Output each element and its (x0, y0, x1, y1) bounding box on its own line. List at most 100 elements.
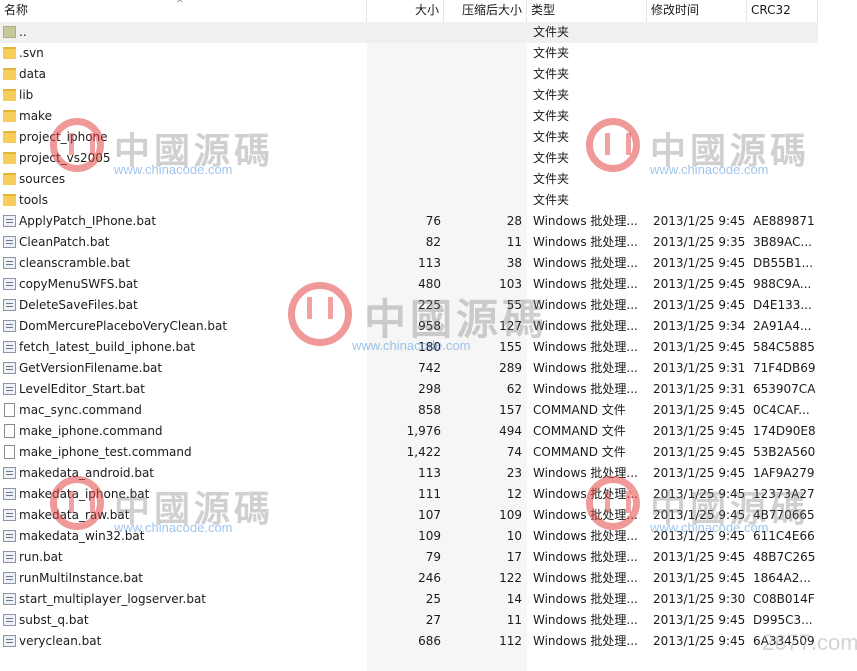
file-name: sources (19, 172, 66, 186)
column-header-type[interactable]: 类型 (527, 0, 647, 22)
column-header-modified[interactable]: 修改时间 (647, 0, 747, 22)
file-row[interactable]: subst_q.bat 27 11 Windows 批处理... 2013/1/25 9… (0, 610, 818, 631)
batch-file-icon (3, 257, 16, 269)
file-name: CleanPatch.bat (19, 235, 110, 249)
file-row[interactable]: start_multiplayer_logserver.bat 25 14 Windo… (0, 589, 818, 610)
packed-size: 74 (506, 445, 522, 459)
file-row[interactable]: tools 文件夹 (0, 190, 818, 211)
packed-size: 14 (506, 592, 522, 606)
file-row[interactable]: make 文件夹 (0, 106, 818, 127)
modified-time (653, 85, 747, 106)
file-row[interactable]: GetVersionFilename.bat 742 289 Windows 批处理.… (0, 358, 818, 379)
file-size: 958 (418, 319, 441, 333)
file-row[interactable]: makedata_iphone.bat 111 12 Windows 批处理... 20… (0, 484, 818, 505)
modified-time (653, 64, 747, 85)
file-size: 27 (425, 613, 441, 627)
file-size: 225 (418, 298, 441, 312)
file-type: COMMAND 文件 (533, 445, 626, 459)
file-row[interactable]: .svn 文件夹 (0, 43, 818, 64)
file-row[interactable]: CleanPatch.bat 82 11 Windows 批处理... 2013/1/2… (0, 232, 818, 253)
modified-time (653, 148, 747, 169)
file-type: COMMAND 文件 (533, 424, 626, 438)
file-name: lib (19, 88, 34, 102)
file-name: LevelEditor_Start.bat (19, 382, 145, 396)
file-row[interactable]: run.bat 79 17 Windows 批处理... 2013/1/25 9:45 4… (0, 547, 818, 568)
batch-file-icon (3, 467, 16, 479)
modified-time: 2013/1/25 9:35 (653, 235, 746, 249)
file-name-cell: makedata_raw.bat (0, 505, 366, 526)
file-icon (4, 424, 15, 438)
packed-size: 155 (499, 340, 522, 354)
modified-time: 2013/1/25 9:45 (653, 424, 746, 438)
file-type: Windows 批处理... (533, 529, 638, 543)
file-row[interactable]: makedata_win32.bat 109 10 Windows 批处理... 201… (0, 526, 818, 547)
file-row[interactable]: veryclean.bat 686 112 Windows 批处理... 2013/1/… (0, 631, 818, 652)
column-header-crc32[interactable]: CRC32 (747, 0, 818, 22)
packed-size: 10 (506, 529, 522, 543)
file-row[interactable]: fetch_latest_build_iphone.bat 180 155 Windo… (0, 337, 818, 358)
file-type: 文件夹 (533, 109, 570, 123)
column-header-name[interactable]: 名称 ^ (0, 0, 367, 22)
packed-size: 17 (506, 550, 522, 564)
file-name: DomMercurePlaceboVeryClean.bat (19, 319, 228, 333)
modified-time: 2013/1/25 9:45 (653, 214, 746, 228)
folder-icon (3, 68, 16, 80)
file-row[interactable]: project_vs2005 文件夹 (0, 148, 818, 169)
packed-size: 11 (506, 613, 522, 627)
file-name: makedata_raw.bat (19, 508, 130, 522)
modified-time (653, 169, 747, 190)
file-type: Windows 批处理... (533, 634, 638, 648)
file-row[interactable]: project_iphone 文件夹 (0, 127, 818, 148)
file-row[interactable]: data 文件夹 (0, 64, 818, 85)
packed-size (444, 85, 522, 106)
file-size (367, 169, 441, 190)
file-icon (4, 403, 15, 417)
batch-file-icon (3, 614, 16, 626)
crc32-value (753, 127, 815, 148)
batch-file-icon (3, 341, 16, 353)
crc32-value: D995C3... (753, 613, 813, 627)
modified-time: 2013/1/25 9:45 (653, 508, 746, 522)
file-row[interactable]: ApplyPatch_IPhone.bat 76 28 Windows 批处理... 2… (0, 211, 818, 232)
file-row[interactable]: cleanscramble.bat 113 38 Windows 批处理... 2013… (0, 253, 818, 274)
column-header-size[interactable]: 大小 (367, 0, 444, 22)
file-name-cell: makedata_win32.bat (0, 526, 366, 547)
modified-time (653, 43, 747, 64)
folder-icon (3, 131, 16, 143)
file-name-cell: ApplyPatch_IPhone.bat (0, 211, 366, 232)
file-row[interactable]: runMultiInstance.bat 246 122 Windows 批处理...… (0, 568, 818, 589)
packed-size: 62 (506, 382, 522, 396)
file-row[interactable]: make_iphone.command 1,976 494 COMMAND 文件 201… (0, 421, 818, 442)
file-row[interactable]: sources 文件夹 (0, 169, 818, 190)
file-type: Windows 批处理... (533, 214, 638, 228)
packed-size: 157 (499, 403, 522, 417)
file-type: Windows 批处理... (533, 361, 638, 375)
file-size: 1,976 (406, 424, 441, 438)
modified-time (653, 106, 747, 127)
modified-time: 2013/1/25 9:30 (653, 592, 746, 606)
file-row[interactable]: make_iphone_test.command 1,422 74 COMMAND 文… (0, 442, 818, 463)
file-type: Windows 批处理... (533, 235, 638, 249)
file-row[interactable]: mac_sync.command 858 157 COMMAND 文件 2013/1/2… (0, 400, 818, 421)
file-row[interactable]: DomMercurePlaceboVeryClean.bat 958 127 Wind… (0, 316, 818, 337)
packed-size: 109 (499, 508, 522, 522)
file-name-cell: .svn (0, 43, 366, 64)
file-size: 480 (418, 277, 441, 291)
crc32-value: 53B2A560 (753, 445, 815, 459)
file-row[interactable]: makedata_raw.bat 107 109 Windows 批处理... 2013… (0, 505, 818, 526)
file-row[interactable]: DeleteSaveFiles.bat 225 55 Windows 批处理... 20… (0, 295, 818, 316)
packed-size (444, 43, 522, 64)
archive-file-list-window: 名称 ^ 大小 压缩后大小 类型 修改时间 CRC32 .. 文件夹 .svn 文件夹 d… (0, 0, 857, 671)
modified-time: 2013/1/25 9:45 (653, 445, 746, 459)
file-row[interactable]: makedata_android.bat 113 23 Windows 批处理... 2… (0, 463, 818, 484)
column-header-packed-size[interactable]: 压缩后大小 (444, 0, 527, 22)
file-name-cell: CleanPatch.bat (0, 232, 366, 253)
file-name: makedata_android.bat (19, 466, 155, 480)
file-row[interactable]: lib 文件夹 (0, 85, 818, 106)
file-row[interactable]: copyMenuSWFS.bat 480 103 Windows 批处理... 2013… (0, 274, 818, 295)
file-row[interactable]: .. 文件夹 (0, 22, 818, 43)
file-row[interactable]: LevelEditor_Start.bat 298 62 Windows 批处理...… (0, 379, 818, 400)
modified-time: 2013/1/25 9:31 (653, 382, 746, 396)
crc32-value (753, 169, 815, 190)
modified-time: 2013/1/25 9:34 (653, 319, 746, 333)
